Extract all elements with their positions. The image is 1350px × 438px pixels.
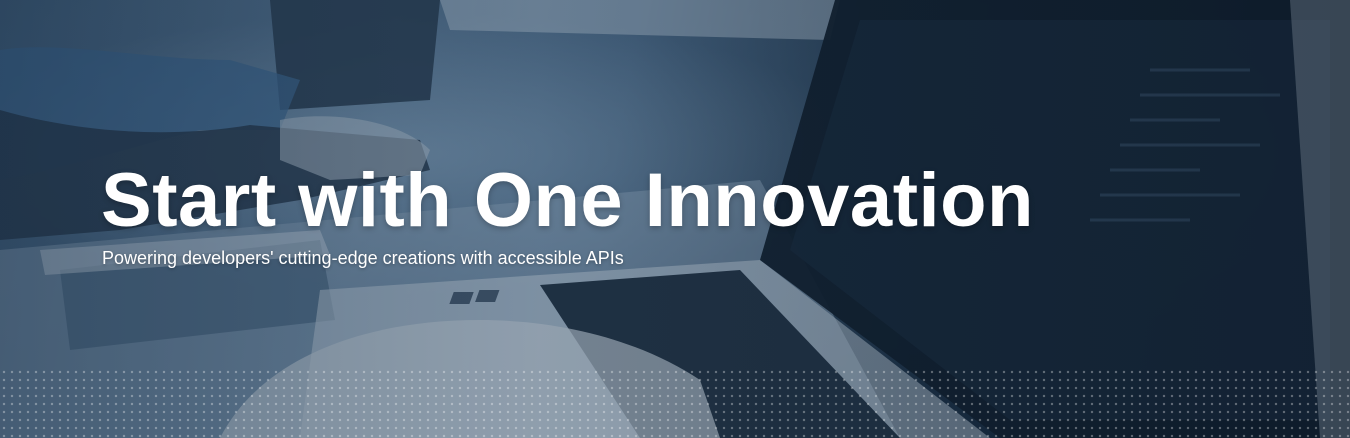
hero-title: Start with One Innovation xyxy=(101,158,1034,243)
hero-text-block: Start with One Innovation Powering devel… xyxy=(101,158,1034,270)
hero-subtitle: Powering developers' cutting-edge creati… xyxy=(102,248,624,268)
hero-banner: Start with One Innovation Powering devel… xyxy=(0,0,1350,438)
